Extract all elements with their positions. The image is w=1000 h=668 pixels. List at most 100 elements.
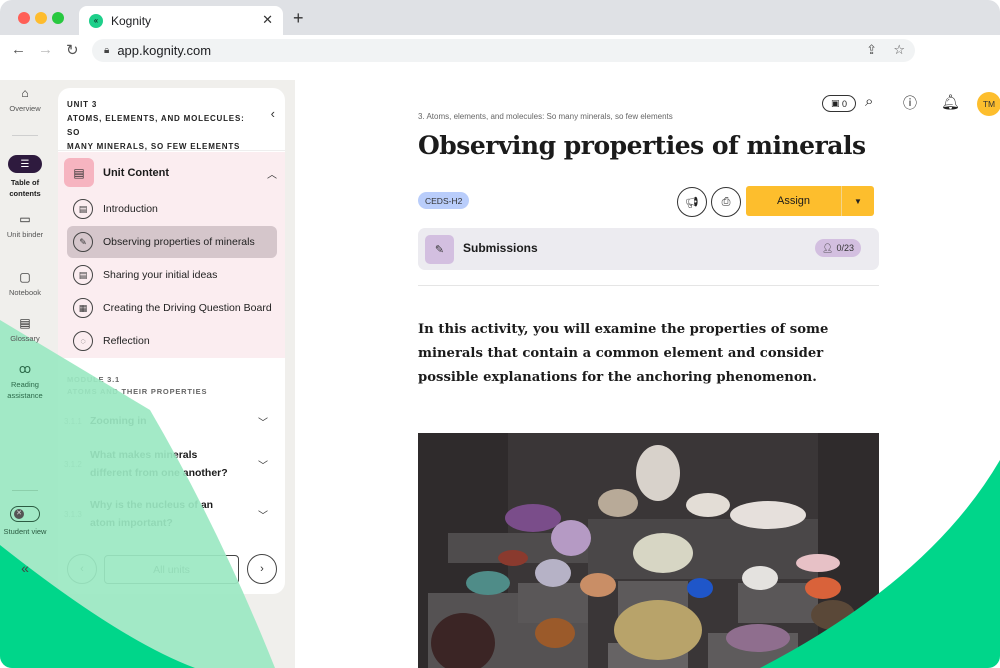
unit-title-line1: ATOMS, ELEMENTS, AND MOLECULES: SO bbox=[67, 114, 245, 137]
toc-item-introduction[interactable]: ▤ Introduction bbox=[67, 193, 277, 225]
toc-item-observing-properties[interactable]: ✎ Observing properties of minerals bbox=[67, 226, 277, 258]
divider bbox=[418, 285, 879, 286]
help-icon[interactable]: ⓘ bbox=[903, 93, 917, 113]
assign-dropdown-caret-icon[interactable]: ▼ bbox=[842, 186, 874, 216]
reload-icon[interactable]: ↻ bbox=[66, 41, 79, 59]
rail-item-label: Overview bbox=[9, 104, 41, 113]
submissions-label: Submissions bbox=[463, 241, 538, 255]
toc-item-reflection[interactable]: ◌ Reflection bbox=[67, 325, 277, 357]
breadcrumb[interactable]: 3. Atoms, elements, and molecules: So ma… bbox=[418, 112, 673, 121]
icon-rail: ⌂ Overview ☰ Table of contents ▭ Unit bi… bbox=[0, 80, 50, 668]
collapse-panel-chevron-icon[interactable]: ‹ bbox=[271, 106, 275, 121]
lock-icon: 🔒︎ bbox=[104, 45, 110, 56]
toc-item-label: Reflection bbox=[103, 335, 150, 347]
main-content: 3. Atoms, elements, and molecules: So ma… bbox=[418, 80, 880, 668]
book-icon: ▤ bbox=[73, 199, 93, 219]
maximize-window-button[interactable] bbox=[52, 12, 64, 24]
user-check-icon: 👤︎ bbox=[822, 242, 834, 253]
share-icon[interactable]: ⇪ bbox=[866, 42, 877, 58]
previous-unit-button[interactable]: ‹ bbox=[67, 554, 97, 584]
tab-strip: « Kognity ✕ + bbox=[0, 0, 1000, 35]
collapse-sidebar-icon[interactable]: « bbox=[0, 560, 50, 576]
toc-item-sharing-ideas[interactable]: ▤ Sharing your initial ideas bbox=[67, 259, 277, 291]
printer-icon: ⎙ bbox=[721, 195, 731, 208]
submissions-bar[interactable]: ✎ Submissions 👤︎ 0/23 bbox=[418, 228, 879, 270]
book-icon: ▤ bbox=[64, 158, 94, 187]
folder-icon: ▭ bbox=[19, 212, 31, 226]
book-icon: ▤ bbox=[73, 265, 93, 285]
bell-icon[interactable]: 🔔︎ bbox=[941, 93, 960, 111]
rail-item-glossary[interactable]: ▤ Glossary bbox=[0, 317, 50, 344]
subsection-3-1-1[interactable]: 3.1.1 Zooming in ﹀ bbox=[64, 412, 274, 430]
chevron-down-icon[interactable]: ﹀ bbox=[258, 414, 268, 429]
rail-item-table-of-contents[interactable]: ☰ Table of contents bbox=[0, 155, 50, 199]
standard-tag[interactable]: CEDS-H2 bbox=[418, 192, 470, 209]
avatar[interactable]: TM bbox=[977, 92, 1000, 116]
list-icon: ☰ bbox=[8, 155, 42, 173]
submissions-count-badge: 👤︎ 0/23 bbox=[815, 239, 861, 257]
back-arrow-icon[interactable]: ← bbox=[11, 41, 26, 58]
toggle-switch[interactable]: ✕ bbox=[10, 506, 40, 522]
print-button[interactable]: ⎙ bbox=[711, 187, 741, 217]
rail-item-label: Reading assistance bbox=[7, 380, 43, 400]
toc-item-label: Observing properties of minerals bbox=[103, 236, 255, 248]
rail-item-reading-assistance[interactable]: ꝏ Reading assistance bbox=[0, 362, 50, 401]
chevron-up-icon[interactable]: ︿ bbox=[267, 166, 277, 181]
notebook-icon: ▢ bbox=[19, 270, 31, 284]
close-tab-icon[interactable]: ✕ bbox=[262, 12, 273, 28]
submissions-count: 0/23 bbox=[836, 243, 854, 253]
rail-item-label: Table of contents bbox=[9, 178, 41, 198]
bookmark-star-icon[interactable]: ☆ bbox=[893, 42, 905, 58]
minerals-display-image bbox=[418, 433, 879, 668]
rail-item-unit-binder[interactable]: ▭ Unit binder bbox=[0, 212, 50, 240]
chevron-down-icon[interactable]: ﹀ bbox=[258, 457, 268, 472]
tab-title: Kognity bbox=[111, 13, 152, 28]
subsection-number: 3.1.3 bbox=[64, 509, 82, 519]
announce-button[interactable]: 📢︎ bbox=[677, 187, 707, 217]
toc-item-label: Creating the Driving Question Board bbox=[103, 302, 272, 314]
rail-item-overview[interactable]: ⌂ Overview bbox=[0, 86, 50, 114]
module-header: MODULE 3.1 ATOMS AND THEIR PROPERTIES bbox=[67, 374, 207, 398]
toc-item-label: Introduction bbox=[103, 203, 158, 215]
rail-divider bbox=[12, 490, 38, 491]
close-window-button[interactable] bbox=[18, 12, 30, 24]
subsection-title: Why is the nucleus of an atom important? bbox=[90, 499, 214, 529]
board-icon: ▦ bbox=[73, 298, 93, 318]
subsection-title: Zooming in bbox=[90, 415, 147, 427]
subsection-title: What makes minerals different from one a… bbox=[90, 449, 228, 479]
subsection-3-1-2[interactable]: 3.1.2 What makes minerals different from… bbox=[64, 446, 274, 482]
minimize-window-button[interactable] bbox=[35, 12, 47, 24]
next-unit-button[interactable]: › bbox=[247, 554, 277, 584]
minerals-photo bbox=[418, 433, 879, 668]
rail-item-label: Notebook bbox=[8, 288, 42, 297]
page-title: Observing properties of minerals bbox=[418, 131, 866, 160]
rail-divider bbox=[12, 135, 38, 136]
close-icon: ✕ bbox=[14, 509, 24, 519]
unit-content-header[interactable]: ▤ Unit Content bbox=[64, 158, 169, 187]
intro-paragraph: In this activity, you will examine the p… bbox=[418, 322, 829, 385]
home-icon: ⌂ bbox=[21, 86, 29, 100]
chevron-down-icon[interactable]: ﹀ bbox=[258, 507, 268, 522]
subsection-number: 3.1.2 bbox=[64, 459, 82, 469]
browser-window: « Kognity ✕ + ← → ↻ 🔒︎ app.kognity.com ⇪… bbox=[0, 0, 1000, 668]
module-title: ATOMS AND THEIR PROPERTIES bbox=[67, 387, 208, 396]
new-tab-button[interactable]: + bbox=[293, 8, 304, 29]
unit-number: UNIT 3 bbox=[67, 100, 98, 109]
speech-bubble-icon: ◌ bbox=[73, 331, 93, 351]
assign-button[interactable]: Assign bbox=[746, 186, 842, 216]
url-text[interactable]: app.kognity.com bbox=[117, 43, 211, 58]
browser-tab[interactable]: « Kognity ✕ bbox=[79, 6, 283, 35]
rail-item-notebook[interactable]: ▢ Notebook bbox=[0, 270, 50, 298]
student-view-toggle[interactable]: ✕ Student view bbox=[0, 506, 50, 537]
address-bar[interactable]: 🔒︎ app.kognity.com ⇪ ☆ bbox=[92, 39, 915, 62]
glasses-icon: ꝏ bbox=[18, 362, 32, 376]
pencil-icon: ✎ bbox=[73, 232, 93, 252]
rail-item-label: Glossary bbox=[10, 334, 40, 343]
all-units-button[interactable]: All units bbox=[104, 555, 239, 584]
toc-item-driving-question-board[interactable]: ▦ Creating the Driving Question Board bbox=[67, 292, 277, 324]
rail-item-label: Unit binder bbox=[6, 230, 44, 239]
megaphone-icon: 📢︎ bbox=[685, 196, 699, 209]
kognity-logo-icon: « bbox=[89, 13, 103, 28]
subsection-3-1-3[interactable]: 3.1.3 Why is the nucleus of an atom impo… bbox=[64, 496, 274, 532]
forward-arrow-icon[interactable]: → bbox=[38, 41, 53, 58]
